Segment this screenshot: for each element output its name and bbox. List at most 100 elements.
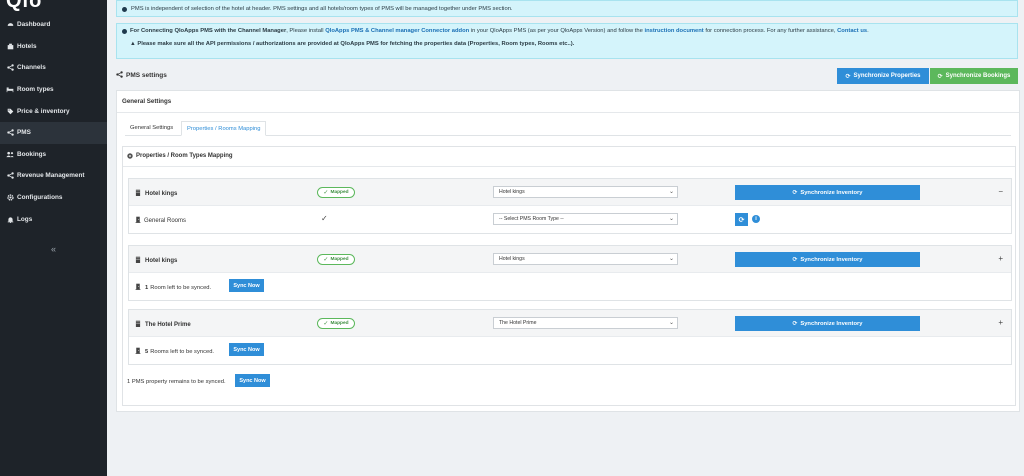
rooms-left-count: 5 xyxy=(145,348,149,355)
share-icon xyxy=(6,129,14,137)
sidebar-item-configurations[interactable]: Configurations xyxy=(0,187,107,209)
properties-remaining-text: 1 PMS property remains to be synced. xyxy=(127,379,226,385)
sidebar-item-bookings[interactable]: Bookings xyxy=(0,144,107,166)
share-icon xyxy=(116,71,123,80)
page-title: PMS settings xyxy=(116,71,167,80)
property-name-text: Hotel kings xyxy=(145,190,178,197)
check-icon: ✓ xyxy=(321,214,328,223)
dashboard-icon xyxy=(6,21,14,29)
mapped-badge: ✓ Mapped xyxy=(317,318,355,329)
sidebar-item-label: Dashboard xyxy=(17,21,51,29)
chevron-down-icon: ⌄ xyxy=(668,320,674,326)
room-type-name: General Rooms xyxy=(135,216,186,225)
connection-bold-text: For Connecting QloApps PMS with the Chan… xyxy=(130,28,287,34)
property-card: Hotel kings ✓ Mapped Hotel kings ⌄ ⟳ Synchr… xyxy=(128,245,1012,301)
sync-now-button[interactable]: Sync Now xyxy=(229,343,264,356)
price-tag-icon xyxy=(6,107,14,115)
mapped-badge: ✓ Mapped xyxy=(317,254,355,265)
sync-icon: ⟳ xyxy=(845,73,851,80)
property-row: The Hotel Prime ✓ Mapped The Hotel Prime ⌄… xyxy=(129,310,1011,337)
sidebar-item-price-inventory[interactable]: Price & inventory xyxy=(0,100,107,122)
pms-property-select[interactable]: Hotel kings ⌄ xyxy=(493,253,678,265)
mapped-badge: ✓ Mapped xyxy=(317,187,355,198)
info-alert: PMS is independent of selection of the h… xyxy=(116,0,1018,17)
check-icon: ✓ xyxy=(323,257,329,263)
share-icon xyxy=(6,64,14,72)
share-icon xyxy=(6,172,14,180)
sidebar-item-channels[interactable]: Channels xyxy=(0,57,107,79)
sync-icon: ⟳ xyxy=(738,216,745,224)
door-icon xyxy=(135,347,141,356)
sidebar-item-label: Channels xyxy=(17,64,46,72)
sidebar-item-dashboard[interactable]: Dashboard xyxy=(0,14,107,36)
property-row: Hotel kings ✓ Mapped Hotel kings ⌄ ⟳ Synchr… xyxy=(129,179,1011,206)
connection-text: . xyxy=(867,28,869,34)
button-label: Synchronize Inventory xyxy=(800,189,863,196)
connection-alert: For Connecting QloApps PMS with the Chan… xyxy=(116,23,1018,59)
synchronize-inventory-button[interactable]: ⟳ Synchronize Inventory xyxy=(735,252,920,267)
instruction-document-link[interactable]: instruction document xyxy=(644,28,703,34)
sync-now-button[interactable]: Sync Now xyxy=(229,279,264,292)
room-type-text: General Rooms xyxy=(144,217,187,224)
connector-addon-link[interactable]: QloApps PMS & Channel manager Connector … xyxy=(325,28,469,34)
synchronize-bookings-button[interactable]: ⟳ Synchronize Bookings xyxy=(930,68,1018,84)
pms-room-type-select[interactable]: -- Select PMS Room Type -- ⌄ xyxy=(493,213,678,225)
sidebar-item-label: Bookings xyxy=(17,150,47,158)
sidebar-item-room-types[interactable]: Room types xyxy=(0,79,107,101)
sync-icon: ⟳ xyxy=(792,189,798,196)
select-value: Hotel kings xyxy=(499,256,525,262)
check-icon: ✓ xyxy=(323,190,329,196)
tab-properties-rooms-mapping[interactable]: Properties / Rooms Mapping xyxy=(181,121,267,136)
badge-text: Mapped xyxy=(330,321,349,326)
sidebar-item-pms[interactable]: PMS xyxy=(0,121,107,144)
bed-icon xyxy=(6,86,14,94)
property-name: Hotel kings xyxy=(135,189,177,198)
rooms-left-label: Room left to be synced. xyxy=(150,284,212,291)
info-icon[interactable]: i xyxy=(752,215,760,223)
building-icon xyxy=(135,189,141,198)
sidebar-item-label: Room types xyxy=(17,86,54,94)
mapping-title-text: Properties / Room Types Mapping xyxy=(136,153,233,159)
gear-icon xyxy=(6,194,14,202)
tab-bar: General Settings Properties / Rooms Mapp… xyxy=(125,119,1011,136)
chevron-down-icon: ⌄ xyxy=(668,189,674,195)
logo[interactable]: Qlo xyxy=(0,0,107,14)
sidebar-item-label: Price & inventory xyxy=(17,107,70,115)
contact-us-link[interactable]: Contact us xyxy=(837,28,867,34)
pms-property-select[interactable]: Hotel kings ⌄ xyxy=(493,186,678,198)
property-row: Hotel kings ✓ Mapped Hotel kings ⌄ ⟳ Synchr… xyxy=(129,246,1011,273)
expand-toggle[interactable]: + xyxy=(998,254,1003,263)
badge-text: Mapped xyxy=(330,190,349,195)
sidebar-item-logs[interactable]: Logs xyxy=(0,208,107,230)
collapse-sidebar-button[interactable]: « xyxy=(0,244,107,254)
tab-general-settings[interactable]: General Settings xyxy=(125,121,178,136)
sync-now-all-button[interactable]: Sync Now xyxy=(235,374,270,387)
collapse-toggle[interactable]: − xyxy=(998,187,1003,196)
general-settings-panel: General Settings General Settings Proper… xyxy=(116,90,1020,412)
warning-message: Please make sure all the API permissions… xyxy=(137,41,575,47)
rooms-left-row: 1 Room left to be synced. Sync Now xyxy=(129,273,1011,300)
page-title-text: PMS settings xyxy=(126,72,167,79)
sidebar: Qlo Dashboard Hotels Channels Room types… xyxy=(0,0,107,476)
synchronize-inventory-button[interactable]: ⟳ Synchronize Inventory xyxy=(735,316,920,331)
expand-toggle[interactable]: + xyxy=(998,318,1003,327)
property-card: The Hotel Prime ✓ Mapped The Hotel Prime ⌄… xyxy=(128,309,1012,365)
select-value: The Hotel Prime xyxy=(499,320,537,326)
synchronize-properties-button[interactable]: ⟳ Synchronize Properties xyxy=(837,68,929,84)
select-value: -- Select PMS Room Type -- xyxy=(499,216,564,222)
sync-room-type-button[interactable]: ⟳ xyxy=(735,213,748,226)
pms-property-select[interactable]: The Hotel Prime ⌄ xyxy=(493,317,678,329)
sidebar-item-revenue-management[interactable]: Revenue Management xyxy=(0,165,107,187)
rooms-left-count: 1 xyxy=(145,284,149,291)
sidebar-item-hotels[interactable]: Hotels xyxy=(0,36,107,58)
info-alert-text: PMS is independent of selection of the h… xyxy=(131,6,513,12)
button-label: Synchronize Inventory xyxy=(800,320,863,327)
property-card: Hotel kings ✓ Mapped Hotel kings ⌄ ⟳ Synchr… xyxy=(128,178,1012,234)
connection-text: for connection process. For any further … xyxy=(703,28,838,34)
synchronize-inventory-button[interactable]: ⟳ Synchronize Inventory xyxy=(735,185,920,200)
property-name: The Hotel Prime xyxy=(135,320,191,329)
connection-text: , Please install xyxy=(286,28,326,34)
chevron-down-icon: ⌄ xyxy=(668,256,674,262)
property-name-text: The Hotel Prime xyxy=(145,321,191,328)
building-icon xyxy=(135,256,141,265)
